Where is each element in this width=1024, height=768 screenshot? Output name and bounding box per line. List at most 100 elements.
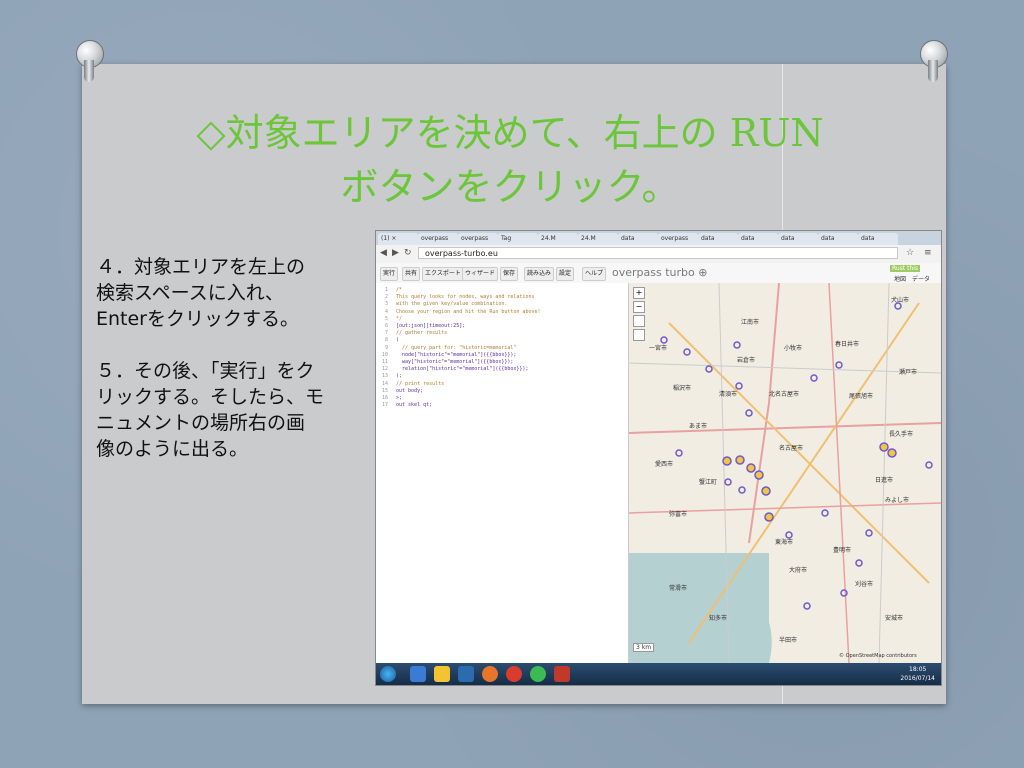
instruction-step-5: ５．その後、「実行」をク リックする。そしたら、モ ニュメントの場所右の画 像の… [96, 360, 325, 460]
slide-title: ◇対象エリアを決めて、右上の RUN ボタンをクリック。 [196, 111, 824, 209]
browser-tab[interactable]: Tag [498, 233, 538, 245]
map-place-label: 稲沢市 [673, 385, 692, 392]
map-panel[interactable]: + − 犬山市 江南市 岩倉市 稲沢市 春日井市 小牧市 清須市 北名古屋市 あま市 愛西市 名古屋… [629, 283, 941, 663]
map-place-label: みよし市 [885, 497, 910, 504]
map-place-label: 一宮市 [649, 345, 668, 352]
browser-screenshot: (1) × overpass overpass Tag 24.M 24.M data over… [375, 230, 942, 686]
map-place-label: 弥富市 [669, 511, 688, 518]
line-number: 17 [381, 402, 388, 409]
code-text: Choose your region and hit the Run butto… [396, 308, 541, 315]
windows-taskbar: 18:05 2016/07/14 [376, 663, 941, 685]
map-view-tab[interactable]: 地図 [894, 274, 906, 283]
code-line: 11 way["historic"="memorial"]({{bbox}}); [376, 359, 626, 366]
menu-button-3[interactable]: ウィザード [462, 267, 499, 281]
browser-tab-bar: (1) × overpass overpass Tag 24.M 24.M data over… [376, 231, 941, 245]
code-text: // print results [396, 380, 445, 387]
line-number: 4 [384, 308, 388, 315]
line-number: 1 [384, 287, 388, 293]
map-place-label: 岩倉市 [737, 357, 756, 364]
code-line: 9 // query part for: "historic=memorial" [376, 345, 626, 352]
browser-tab[interactable]: overpass [458, 233, 498, 245]
thumbtack-icon [914, 40, 950, 86]
taskbar-clock: 18:05 2016/07/14 [900, 666, 935, 682]
browser-tab[interactable]: data [698, 233, 738, 245]
reload-icon[interactable]: ↻ [404, 248, 412, 258]
map-place-label: 常滑市 [669, 585, 688, 592]
code-line: 14 // print results [376, 381, 626, 388]
browser-tab[interactable]: data [738, 233, 778, 245]
line-number: 7 [384, 330, 388, 337]
zoom-out-button[interactable]: − [633, 301, 645, 313]
line-number: 2 [384, 294, 388, 301]
search-icon[interactable] [633, 315, 645, 327]
browser-address-bar: ◀ ▶ ↻ overpass-turbo.eu ☆ ≡ [376, 245, 941, 264]
browser-tab[interactable]: overpass [658, 233, 698, 245]
zoom-in-button[interactable]: + [633, 287, 645, 299]
menu-button-2[interactable]: エクスポート [422, 267, 464, 281]
code-line: 10 node["historic"="memorial"]({{bbox}})… [376, 352, 626, 359]
menu-button-4[interactable]: 保存 [500, 267, 519, 281]
browser-tab[interactable]: 24.M [538, 233, 578, 245]
code-text: ( [396, 337, 400, 344]
rust-this-button[interactable]: Rust this [890, 265, 921, 272]
menu-button-0[interactable]: 実行 [380, 267, 399, 281]
code-text: relation["historic"="memorial"]({{bbox}}… [396, 366, 529, 373]
star-icon[interactable]: ☆ [906, 248, 914, 258]
browser-tab[interactable]: data [778, 233, 818, 245]
map-place-label: 尾張旭市 [849, 393, 874, 400]
map-place-label: 犬山市 [891, 297, 910, 304]
menu-button-7[interactable]: ヘルプ [582, 267, 607, 281]
firefox-icon[interactable] [482, 666, 498, 682]
map-place-label: あま市 [689, 423, 708, 430]
query-editor[interactable]: 1 /* 2 This query looks for nodes, ways and… [376, 283, 629, 663]
browser-tab[interactable]: overpass [418, 233, 458, 245]
map-place-label: 豊明市 [833, 547, 852, 554]
menu-button-5[interactable]: 読み込み [524, 267, 555, 281]
back-arrow-icon[interactable]: ◀ [380, 248, 387, 258]
chrome-icon[interactable] [530, 666, 546, 682]
map-place-label: 知多市 [709, 615, 728, 622]
code-text: out skel qt; [396, 402, 433, 409]
code-text: out body; [396, 387, 424, 394]
line-number: 12 [381, 366, 388, 373]
code-text: // query part for: "historic=memorial" [396, 344, 517, 351]
data-view-tab[interactable]: データ [912, 274, 930, 283]
code-text: This query looks for nodes, ways and rel… [396, 294, 535, 301]
code-line: 1 /* [376, 287, 626, 294]
url-field[interactable]: overpass-turbo.eu [418, 247, 898, 259]
browser-tab[interactable]: (1) × [378, 233, 418, 245]
code-line: 6 [out:json][timeout:25]; [376, 323, 626, 330]
locate-icon[interactable] [633, 329, 645, 341]
chrome-icon[interactable] [506, 666, 522, 682]
code-text: [out:json][timeout:25]; [396, 323, 466, 329]
map-place-label: 愛西市 [655, 461, 674, 468]
code-line: 12 relation["historic"="memorial"]({{bbo… [376, 366, 626, 373]
map-zoom-controls: + − [633, 287, 645, 347]
ie-icon[interactable] [410, 666, 426, 682]
browser-tab[interactable]: data [618, 233, 658, 245]
code-text: */ [396, 315, 403, 322]
map-place-label: 半田市 [779, 637, 798, 644]
code-line: 8( [376, 337, 626, 344]
code-text: // gather results [396, 330, 448, 337]
instruction-step-4: ４．対象エリアを左上の 検索スペースに入れ、 Enterをクリックする。 [96, 256, 306, 330]
media-icon[interactable] [458, 666, 474, 682]
forward-arrow-icon[interactable]: ▶ [392, 248, 399, 258]
browser-tab[interactable]: 24.M [578, 233, 618, 245]
start-button-icon[interactable] [380, 666, 396, 682]
map-place-label: 刈谷市 [855, 581, 874, 588]
powerpoint-icon[interactable] [554, 666, 570, 682]
line-number: 6 [384, 323, 388, 329]
browser-tab[interactable]: data [818, 233, 858, 245]
map-place-label: 大府市 [789, 567, 808, 574]
overpass-toolbar: overpass turbo ⊕ Rust this 地図 データ 実行 共有 エク… [376, 263, 941, 284]
code-line: 4 Choose your region and hit the Run butt… [376, 309, 626, 316]
folder-icon[interactable] [434, 666, 450, 682]
menu-button-1[interactable]: 共有 [402, 267, 421, 281]
menu-icon[interactable]: ≡ [924, 248, 932, 258]
line-number: 11 [381, 359, 388, 365]
browser-tab[interactable]: data [858, 233, 898, 245]
menu-button-6[interactable]: 設定 [556, 267, 575, 281]
code-text: with the given key/value combination. [396, 301, 508, 308]
map-place-label: 蟹江町 [699, 479, 718, 486]
